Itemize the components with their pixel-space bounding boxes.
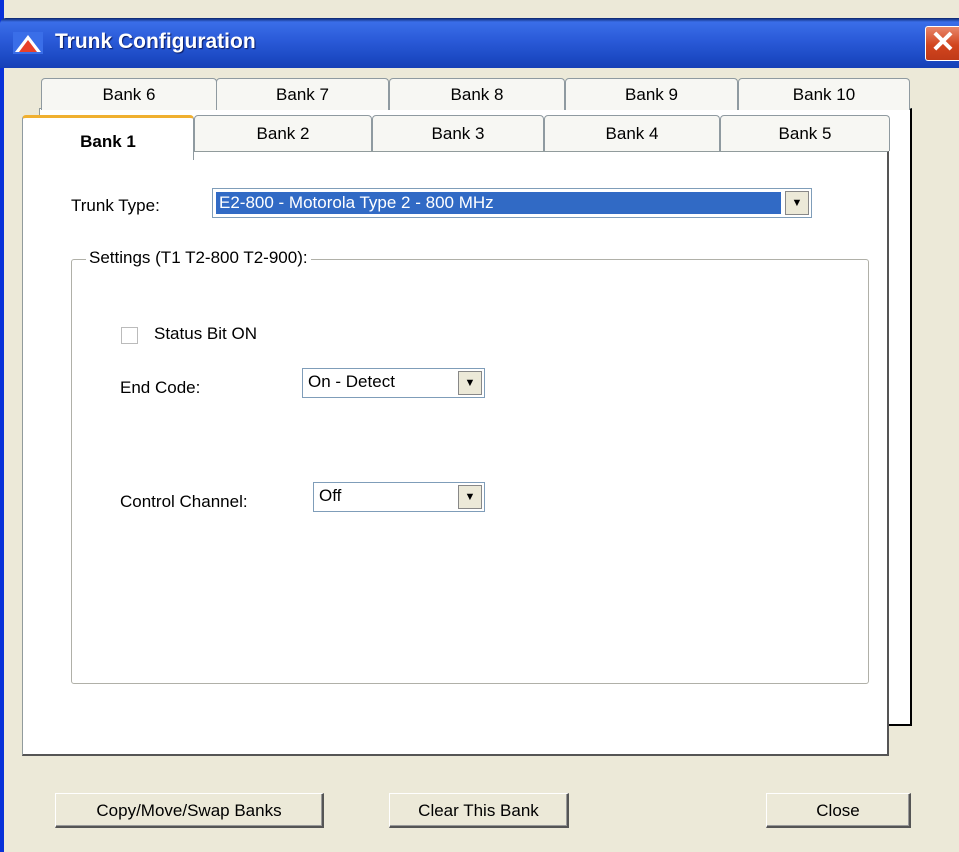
tab-bank-1[interactable]: Bank 1 (22, 115, 194, 160)
tab-bank-10[interactable]: Bank 10 (738, 78, 910, 110)
clear-this-bank-button[interactable]: Clear This Bank (389, 793, 569, 828)
tab-bank-2[interactable]: Bank 2 (194, 115, 372, 151)
app-icon (13, 32, 43, 54)
tab-label: Bank 4 (605, 124, 659, 143)
close-button[interactable]: Close (766, 793, 911, 828)
trunk-type-label: Trunk Type: (71, 196, 160, 215)
tab-label: Bank 1 (80, 132, 136, 151)
tab-bank-3[interactable]: Bank 3 (372, 115, 544, 151)
control-channel-label: Control Channel: (120, 492, 248, 511)
tab-page-bank-1: Trunk Type: E2-800 - Motorola Type 2 - 8… (22, 151, 889, 756)
settings-groupbox: Settings (T1 T2-800 T2-900): Status Bit … (71, 248, 869, 684)
chevron-down-icon[interactable]: ▼ (785, 191, 809, 215)
status-bit-label: Status Bit ON (154, 324, 257, 343)
trunk-type-value: E2-800 - Motorola Type 2 - 800 MHz (215, 191, 782, 215)
close-icon: ✕ (930, 26, 956, 59)
tab-bank-8[interactable]: Bank 8 (389, 78, 565, 110)
settings-legend: Settings (T1 T2-800 T2-900): (86, 248, 311, 268)
status-bit-checkbox[interactable] (121, 327, 138, 344)
control-channel-select[interactable]: Off ▼ (313, 482, 485, 512)
tab-label: Bank 2 (256, 124, 310, 143)
tab-label: Bank 10 (792, 85, 856, 104)
chevron-down-icon[interactable]: ▼ (458, 371, 482, 395)
window-title: Trunk Configuration (55, 30, 256, 53)
end-code-value: On - Detect (308, 372, 395, 391)
tab-bank-6[interactable]: Bank 6 (41, 78, 217, 110)
tab-label: Bank 3 (431, 124, 485, 143)
tab-label: Bank 7 (276, 85, 329, 104)
tab-label: Bank 9 (625, 85, 678, 104)
tab-label: Bank 5 (778, 124, 832, 143)
tab-label: Bank 6 (102, 85, 156, 104)
close-window-button[interactable]: ✕ (925, 26, 959, 61)
tab-bank-9[interactable]: Bank 9 (565, 78, 738, 110)
trunk-type-select[interactable]: E2-800 - Motorola Type 2 - 800 MHz ▼ (212, 188, 812, 218)
window-left-border (0, 0, 4, 852)
title-bar[interactable]: Trunk Configuration ✕ (0, 18, 959, 68)
end-code-label: End Code: (120, 378, 201, 397)
copy-move-swap-banks-button[interactable]: Copy/Move/Swap Banks (55, 793, 324, 828)
tab-label: Bank 8 (450, 85, 504, 104)
tab-bank-7[interactable]: Bank 7 (216, 78, 389, 110)
end-code-select[interactable]: On - Detect ▼ (302, 368, 485, 398)
tab-bank-4[interactable]: Bank 4 (544, 115, 720, 151)
control-channel-value: Off (319, 486, 342, 505)
chevron-down-icon[interactable]: ▼ (458, 485, 482, 509)
tab-bank-5[interactable]: Bank 5 (720, 115, 890, 151)
